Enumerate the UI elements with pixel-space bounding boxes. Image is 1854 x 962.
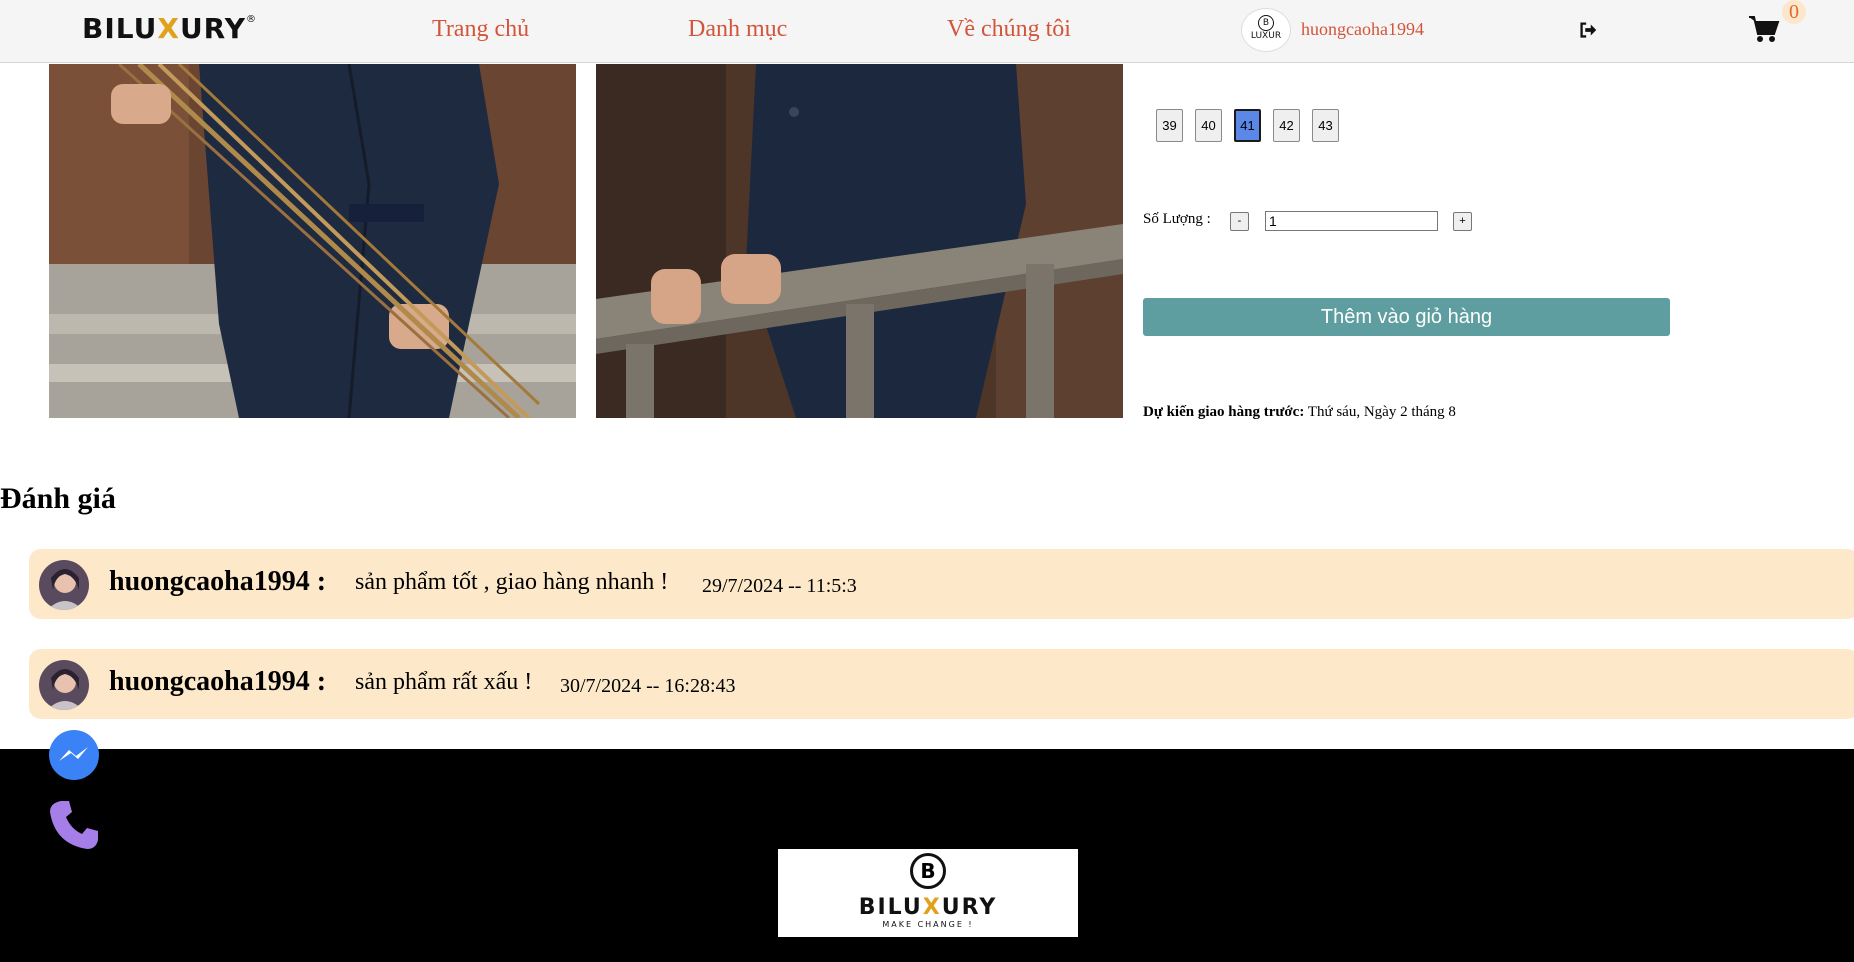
footer-logo-name: BILUXURY xyxy=(858,895,998,920)
shopping-cart-icon[interactable] xyxy=(1748,14,1780,44)
username-link[interactable]: huongcaoha1994 xyxy=(1301,19,1424,40)
phone-icon[interactable] xyxy=(47,798,101,852)
quantity-label: Số Lượng : xyxy=(1143,211,1211,227)
size-option-42[interactable]: 42 xyxy=(1273,109,1300,142)
size-option-40[interactable]: 40 xyxy=(1195,109,1222,142)
review-date: 30/7/2024 -- 16:28:43 xyxy=(560,675,736,697)
product-photo-2[interactable] xyxy=(596,64,1123,418)
footer-logo-mark: B xyxy=(910,853,946,889)
size-option-43[interactable]: 43 xyxy=(1312,109,1339,142)
quantity-decrease-button[interactable]: - xyxy=(1230,212,1249,231)
delivery-estimate: Dự kiến giao hàng trước: Thứ sáu, Ngày 2… xyxy=(1143,404,1456,421)
cart-count-badge: 0 xyxy=(1782,0,1806,24)
review-date: 29/7/2024 -- 11:5:3 xyxy=(702,575,857,597)
review-username: huongcaoha1994 : xyxy=(109,666,327,697)
top-navbar: BILUXURY® Trang chủ Danh mục Về chúng tô… xyxy=(0,0,1854,63)
quantity-input[interactable]: 1 xyxy=(1265,211,1438,231)
footer-logo[interactable]: B BILUXURY MAKE CHANGE ! xyxy=(778,849,1078,937)
nav-about-link[interactable]: Về chúng tôi xyxy=(947,16,1071,43)
review-item: huongcaoha1994 : sản phẩm rất xấu ! 30/7… xyxy=(29,649,1854,719)
review-text: sản phẩm rất xấu ! xyxy=(355,669,533,695)
product-photo-1[interactable] xyxy=(49,64,576,418)
size-option-41-selected[interactable]: 41 xyxy=(1234,109,1261,142)
reviewer-avatar xyxy=(39,660,89,710)
nav-home-link[interactable]: Trang chủ xyxy=(432,16,529,43)
delivery-date: Thứ sáu, Ngày 2 tháng 8 xyxy=(1307,404,1456,420)
review-text: sản phẩm tốt , giao hàng nhanh ! xyxy=(355,569,669,595)
user-avatar[interactable]: B LUXUR xyxy=(1241,8,1291,52)
review-username: huongcaoha1994 : xyxy=(109,566,327,597)
quantity-increase-button[interactable]: + xyxy=(1453,212,1472,231)
logout-icon[interactable] xyxy=(1577,19,1599,41)
add-to-cart-button[interactable]: Thêm vào giỏ hàng xyxy=(1143,298,1670,336)
reviewer-avatar xyxy=(39,560,89,610)
footer-logo-tagline: MAKE CHANGE ! xyxy=(882,920,974,929)
messenger-icon[interactable] xyxy=(47,729,101,783)
review-item: huongcaoha1994 : sản phẩm tốt , giao hàn… xyxy=(29,549,1854,619)
brand-logo[interactable]: BILUXURY® xyxy=(82,12,257,45)
delivery-label: Dự kiến giao hàng trước: xyxy=(1143,404,1305,420)
size-option-39[interactable]: 39 xyxy=(1156,109,1183,142)
nav-category-link[interactable]: Danh mục xyxy=(688,16,787,43)
reviews-heading: Đánh giá xyxy=(0,482,116,515)
